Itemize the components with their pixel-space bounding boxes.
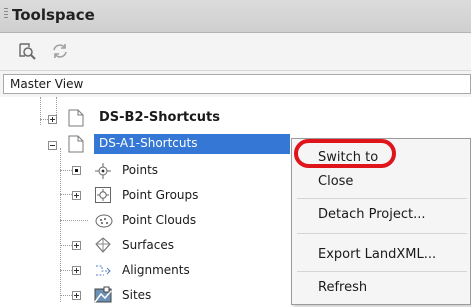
points-icon [94, 162, 112, 183]
tree-item-ds-a1-shortcuts[interactable]: DS-A1-Shortcuts [0, 134, 290, 156]
expand-plus-icon[interactable] [72, 266, 81, 275]
window-title: Toolspace [12, 6, 95, 24]
point-groups-icon [94, 186, 112, 207]
tree-item-label: DS-B2-Shortcuts [99, 110, 220, 125]
expand-plus-icon[interactable] [72, 241, 81, 250]
leaf-bullet-icon [72, 166, 81, 175]
tree-item-label: Surfaces [122, 238, 174, 252]
alignments-icon [94, 262, 112, 283]
menu-item-export-landxml[interactable]: Export LandXML... [292, 243, 471, 267]
grip-handle-icon[interactable] [4, 8, 8, 20]
menu-separator [297, 271, 467, 272]
expand-plus-icon[interactable] [72, 191, 81, 200]
title-bar[interactable]: Toolspace [0, 0, 471, 33]
tree-item-label: Sites [122, 288, 152, 302]
menu-item-label: Export LandXML... [318, 247, 437, 262]
toolbar [0, 33, 471, 71]
tree-item-label: Alignments [122, 263, 190, 277]
tree-item-alignments[interactable]: Alignments [0, 260, 290, 282]
refresh-icon[interactable] [50, 41, 70, 61]
menu-separator [297, 198, 467, 199]
menu-item-label: Close [318, 174, 354, 189]
sites-icon [94, 286, 112, 307]
tree-item-surfaces[interactable]: Surfaces [0, 235, 290, 257]
menu-item-detach-project[interactable]: Detach Project... [292, 203, 471, 227]
surfaces-icon [94, 236, 112, 257]
point-clouds-icon [94, 212, 114, 233]
tree-item-point-clouds[interactable]: Point Clouds [0, 210, 290, 232]
find-icon[interactable] [17, 41, 37, 61]
tree-item-sites[interactable]: Sites [0, 285, 290, 305]
project-folder-icon [68, 109, 84, 130]
project-folder-icon [68, 135, 84, 156]
collapse-minus-icon[interactable] [48, 141, 57, 150]
tree-item-label: Point Clouds [122, 213, 197, 227]
menu-item-label: Detach Project... [318, 207, 426, 222]
tree-item-label: DS-A1-Shortcuts [99, 136, 198, 150]
view-selector-value: Master View [10, 77, 84, 91]
menu-item-refresh[interactable]: Refresh [292, 276, 471, 300]
expand-plus-icon[interactable] [48, 115, 57, 124]
menu-separator [297, 233, 467, 234]
view-selector-bar: Master View [0, 71, 471, 97]
tree-item-label: Point Groups [122, 188, 199, 202]
tree-item-label: Points [122, 163, 159, 177]
tree-item-points[interactable]: Points [0, 160, 290, 182]
tree-item-ds-b2-shortcuts[interactable]: DS-B2-Shortcuts [0, 107, 290, 129]
expand-plus-icon[interactable] [72, 291, 81, 300]
view-selector-dropdown[interactable]: Master View [3, 74, 471, 94]
menu-item-label: Refresh [318, 280, 368, 295]
tree-item-point-groups[interactable]: Point Groups [0, 185, 290, 207]
annotation-highlight-ring [294, 139, 396, 168]
menu-item-close[interactable]: Close [292, 170, 471, 194]
